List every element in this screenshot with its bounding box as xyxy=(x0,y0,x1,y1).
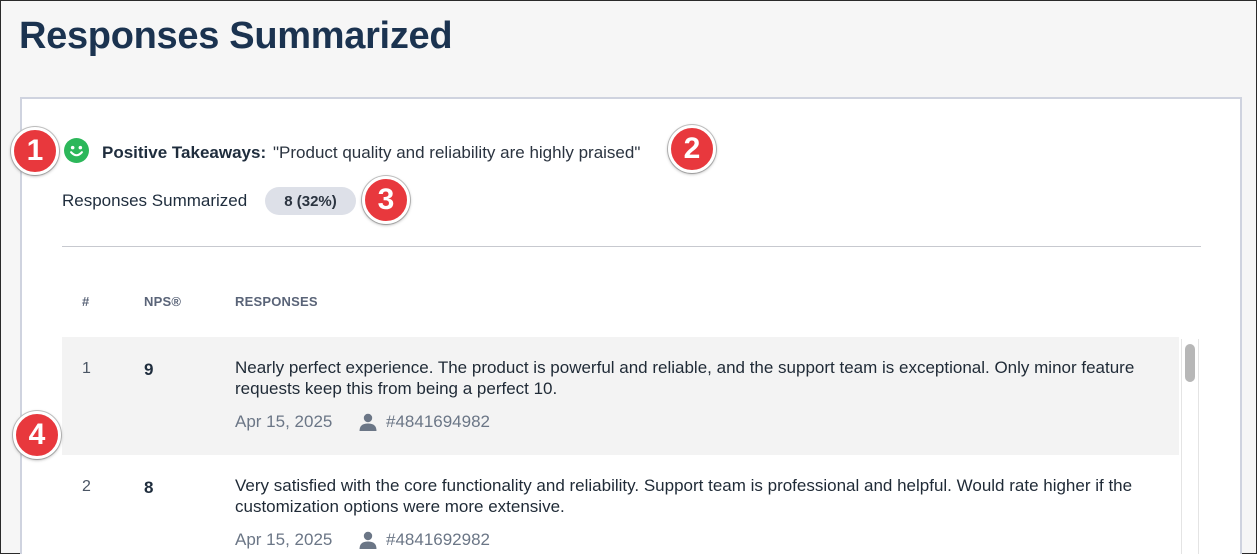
response-date: Apr 15, 2025 xyxy=(235,412,333,431)
callout-marker: 3 xyxy=(362,176,410,224)
row-number: 1 xyxy=(82,360,91,377)
user-icon xyxy=(359,531,377,549)
table-row[interactable]: 1 9 Nearly perfect experience. The produ… xyxy=(62,337,1179,455)
table-row[interactable]: 2 8 Very satisfied with the core functio… xyxy=(62,455,1179,554)
response-text: Very satisfied with the core functionali… xyxy=(235,476,1133,516)
takeaway-quote: "Product quality and reliability are hig… xyxy=(273,143,641,162)
responses-summarized-label: Responses Summarized xyxy=(62,191,248,210)
column-header-nps: NPS® xyxy=(144,294,182,309)
takeaway-label: Positive Takeaways: xyxy=(102,143,267,162)
scrollbar-thumb[interactable] xyxy=(1185,344,1195,382)
nps-score: 9 xyxy=(144,360,154,379)
callout-marker: 2 xyxy=(668,125,716,173)
divider xyxy=(62,246,1201,247)
respondent-id-link[interactable]: #4841694982 xyxy=(386,412,490,432)
smile-icon xyxy=(64,138,89,163)
user-icon xyxy=(359,413,377,431)
responses-count-badge: 8 (32%) xyxy=(265,187,356,215)
response-text: Nearly perfect experience. The product i… xyxy=(235,358,1135,398)
page-title: Responses Summarized xyxy=(19,15,453,57)
callout-marker: 1 xyxy=(11,127,59,175)
row-number: 2 xyxy=(82,478,91,495)
column-header-responses: RESPONSES xyxy=(235,294,318,309)
response-date: Apr 15, 2025 xyxy=(235,530,333,549)
nps-score: 8 xyxy=(144,478,154,497)
respondent-id-link[interactable]: #4841692982 xyxy=(386,530,490,550)
callout-marker: 4 xyxy=(13,411,61,459)
column-header-number: # xyxy=(82,294,90,309)
